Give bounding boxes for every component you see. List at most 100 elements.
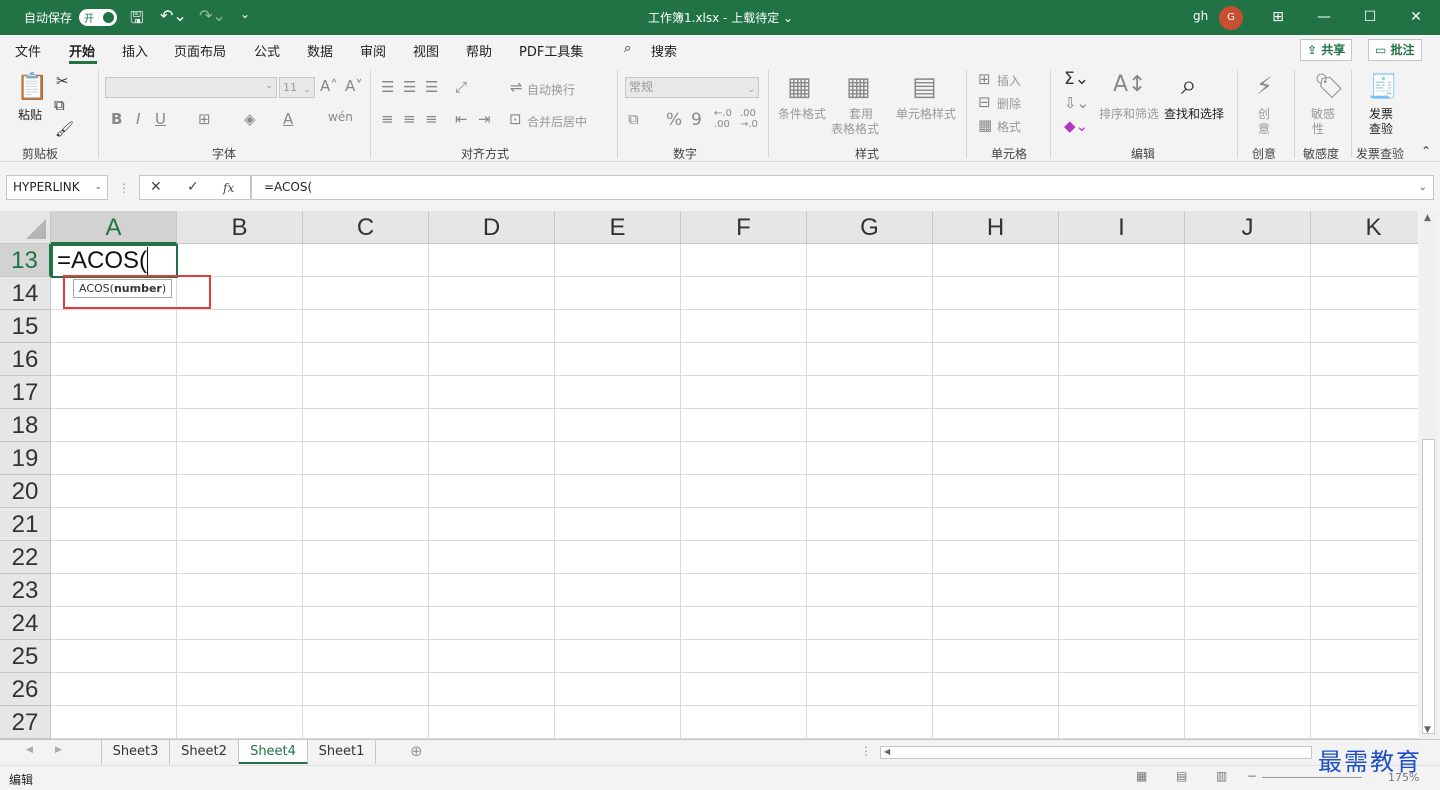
horizontal-scrollbar[interactable]: ◀: [880, 746, 1312, 759]
autosum-icon[interactable]: Σ⌄: [1064, 69, 1089, 89]
wrap-text-button[interactable]: 自动换行: [527, 81, 575, 98]
paste-button[interactable]: 粘贴: [18, 106, 42, 123]
sheet-tab-sheet2[interactable]: Sheet2: [170, 740, 239, 764]
comma-icon[interactable]: 9: [691, 110, 702, 130]
customize-toolbar-icon[interactable]: ⌄: [240, 7, 250, 21]
row-header-22[interactable]: 22: [0, 541, 51, 574]
wrap-text-icon[interactable]: ⇌: [510, 78, 523, 96]
borders-icon[interactable]: ⊞: [198, 110, 211, 128]
row-header-17[interactable]: 17: [0, 376, 51, 409]
format-painter-icon[interactable]: 🖌: [55, 120, 74, 138]
invoice-check-icon[interactable]: 🧾: [1368, 72, 1398, 100]
merge-center-button[interactable]: 合并后居中: [527, 113, 587, 130]
underline-icon[interactable]: U: [155, 110, 166, 128]
column-header-h[interactable]: H: [933, 211, 1059, 244]
cancel-entry-icon[interactable]: ✕: [150, 179, 162, 195]
column-header-e[interactable]: E: [555, 211, 681, 244]
prev-sheet-icon[interactable]: ◀: [26, 745, 33, 755]
row-header-14[interactable]: 14: [0, 277, 51, 310]
increase-decimal-icon[interactable]: ←.0.00: [714, 108, 732, 130]
sheet-tab-sheet4[interactable]: Sheet4: [239, 740, 308, 764]
bold-icon[interactable]: B: [111, 110, 122, 128]
column-header-d[interactable]: D: [429, 211, 555, 244]
scroll-left-icon[interactable]: ◀: [884, 747, 890, 756]
percent-icon[interactable]: %: [666, 110, 682, 130]
decrease-decimal-icon[interactable]: .00 →.0: [740, 108, 758, 130]
merge-center-icon[interactable]: ⊡: [509, 110, 522, 128]
comments-button[interactable]: ▭ 批注: [1368, 39, 1422, 61]
search-label[interactable]: 搜索: [651, 41, 677, 60]
column-header-b[interactable]: B: [177, 211, 303, 244]
page-break-view-icon[interactable]: ▥: [1216, 769, 1227, 783]
insert-cells-icon[interactable]: ⊞: [978, 70, 991, 88]
zoom-slider[interactable]: [1262, 777, 1362, 778]
row-header-21[interactable]: 21: [0, 508, 51, 541]
sort-filter-button[interactable]: 排序和筛选: [1099, 105, 1159, 122]
copy-icon[interactable]: ⧉: [54, 96, 65, 114]
column-header-k[interactable]: K: [1311, 211, 1418, 244]
cell-styles-button[interactable]: 单元格样式: [896, 105, 956, 122]
currency-icon[interactable]: ⧉: [628, 110, 639, 128]
format-as-table-line2[interactable]: 表格格式: [831, 120, 879, 137]
tab-help[interactable]: 帮助: [466, 41, 492, 60]
creative-line2[interactable]: 意: [1258, 120, 1270, 137]
minimize-button[interactable]: —: [1301, 0, 1347, 35]
tab-insert[interactable]: 插入: [122, 41, 148, 60]
align-center-icon[interactable]: ≡: [403, 110, 416, 128]
format-as-table-icon[interactable]: ▦: [846, 72, 871, 102]
format-cells-button[interactable]: 格式: [997, 118, 1021, 135]
orientation-icon[interactable]: ⤢: [455, 78, 467, 96]
column-header-j[interactable]: J: [1185, 211, 1311, 244]
select-all-corner[interactable]: [0, 211, 51, 244]
row-header-13[interactable]: 13: [0, 244, 51, 277]
tab-page-layout[interactable]: 页面布局: [174, 41, 226, 60]
clear-icon[interactable]: ◆⌄: [1064, 117, 1088, 135]
column-header-f[interactable]: F: [681, 211, 807, 244]
row-header-25[interactable]: 25: [0, 640, 51, 673]
tab-home[interactable]: 开始: [69, 41, 95, 60]
sensitivity-icon[interactable]: 🏷: [1314, 72, 1344, 100]
tab-data[interactable]: 数据: [307, 41, 333, 60]
row-header-19[interactable]: 19: [0, 442, 51, 475]
font-size-combo[interactable]: 11 ⌄: [279, 77, 315, 98]
tab-review[interactable]: 审阅: [360, 41, 386, 60]
row-header-23[interactable]: 23: [0, 574, 51, 607]
row-header-24[interactable]: 24: [0, 607, 51, 640]
number-format-combo[interactable]: 常规 ⌄: [625, 77, 759, 98]
tab-file[interactable]: 文件: [15, 41, 41, 60]
sheet-tab-sheet1[interactable]: Sheet1: [308, 740, 376, 764]
align-bottom-icon[interactable]: ☰: [425, 78, 438, 96]
decrease-indent-icon[interactable]: ⇤: [455, 110, 468, 128]
paste-icon[interactable]: 📋: [16, 72, 48, 102]
align-left-icon[interactable]: ≡: [381, 110, 394, 128]
ribbon-display-icon[interactable]: ⊞: [1255, 0, 1301, 35]
sensitivity-line2[interactable]: 性: [1312, 120, 1324, 137]
creative-icon[interactable]: ⚡: [1256, 72, 1273, 100]
row-header-15[interactable]: 15: [0, 310, 51, 343]
invoice-line2[interactable]: 查验: [1369, 120, 1393, 137]
decrease-font-icon[interactable]: A˅: [345, 77, 363, 95]
search-icon[interactable]: ⌕: [624, 41, 631, 56]
formula-input[interactable]: =ACOS(⌄: [251, 175, 1434, 200]
close-button[interactable]: ✕: [1393, 0, 1439, 35]
conditional-format-icon[interactable]: ▦: [787, 72, 812, 102]
column-header-c[interactable]: C: [303, 211, 429, 244]
avatar[interactable]: G: [1219, 6, 1243, 30]
row-header-18[interactable]: 18: [0, 409, 51, 442]
column-header-i[interactable]: I: [1059, 211, 1185, 244]
cell-styles-icon[interactable]: ▤: [912, 72, 937, 102]
align-middle-icon[interactable]: ☰: [403, 78, 416, 96]
find-select-icon[interactable]: ⌕: [1181, 68, 1197, 102]
fill-color-icon[interactable]: ◈: [244, 110, 256, 128]
scroll-up-icon[interactable]: ▲: [1424, 213, 1431, 223]
increase-font-icon[interactable]: A˄: [320, 77, 338, 95]
maximize-button[interactable]: ☐: [1347, 0, 1393, 35]
sheet-tab-sheet3[interactable]: Sheet3: [102, 740, 170, 764]
document-title[interactable]: 工作簿1.xlsx - 上载待定 ⌄: [648, 9, 793, 26]
user-name[interactable]: gh: [1193, 9, 1208, 23]
tab-view[interactable]: 视图: [413, 41, 439, 60]
conditional-format-button[interactable]: 条件格式: [778, 105, 826, 122]
italic-icon[interactable]: I: [136, 110, 140, 128]
increase-indent-icon[interactable]: ⇥: [478, 110, 491, 128]
tab-formulas[interactable]: 公式: [254, 41, 280, 60]
